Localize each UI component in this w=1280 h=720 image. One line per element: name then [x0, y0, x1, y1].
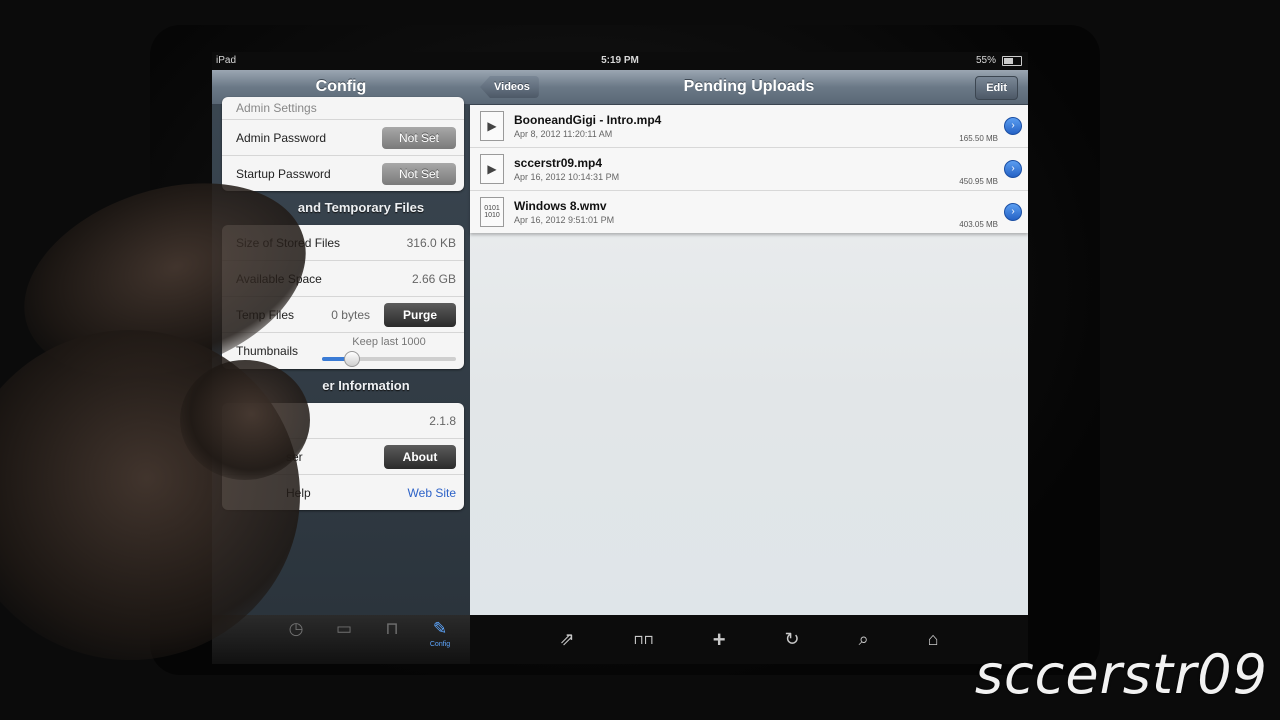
book-open-icon[interactable]: ⊓⊓	[634, 632, 654, 648]
uploads-navbar: Videos Pending Uploads Edit	[470, 70, 1028, 105]
upload-date: Apr 8, 2012 11:20:11 AM	[514, 129, 613, 139]
tab-config[interactable]: ✎ Config	[418, 615, 462, 664]
admin-settings-row[interactable]: Admin Settings	[222, 97, 464, 120]
upload-size: 403.05 MB	[959, 220, 998, 229]
disclosure-icon[interactable]: ›	[1004, 203, 1022, 221]
tab-bar: ◷ ▭ ⊓ ✎ Config	[212, 615, 470, 664]
tab-bookmarks[interactable]: ⊓	[370, 615, 414, 664]
thumb-overlay	[180, 360, 310, 480]
uploads-list: ▶ BooneandGigi - Intro.mp4 Apr 8, 2012 1…	[470, 105, 1028, 233]
version-value: 2.1.8	[429, 413, 456, 428]
thumbnails-slider[interactable]: Keep last 1000	[322, 336, 456, 367]
admin-password-label: Admin Password	[236, 130, 327, 145]
add-icon[interactable]: +	[713, 627, 726, 653]
wrench-icon: ✎	[432, 619, 448, 638]
status-right: 55%	[976, 52, 1022, 70]
battery-percent: 55%	[975, 55, 996, 66]
slider-track	[322, 350, 456, 367]
tab-history[interactable]: ◷	[274, 615, 318, 664]
startup-password-button[interactable]: Not Set	[382, 162, 456, 185]
upload-size: 165.50 MB	[959, 134, 998, 143]
share-icon[interactable]: ⇗	[559, 629, 574, 650]
bottom-toolbar: ⇗ ⊓⊓ + ↻ ⌕ ⌂	[470, 615, 1028, 664]
clock-icon: ◷	[288, 619, 304, 638]
edit-button[interactable]: Edit	[975, 76, 1018, 100]
bookmarks-icon: ⊓	[385, 619, 399, 638]
upload-name: BooneandGigi - Intro.mp4	[514, 113, 662, 127]
tab-library[interactable]: ▭	[322, 615, 366, 664]
thumbnails-caption: Keep last 1000	[352, 335, 426, 348]
upload-size: 450.95 MB	[959, 177, 998, 186]
battery-icon	[1002, 56, 1022, 66]
startup-password-row: Startup Password Not Set	[222, 156, 464, 191]
binary-file-icon: 0101 1010	[480, 197, 504, 227]
pending-uploads-pane: Videos Pending Uploads Edit ▶ BooneandGi…	[470, 70, 1028, 615]
upload-date: Apr 16, 2012 9:51:01 PM	[514, 215, 615, 225]
purge-button[interactable]: Purge	[384, 302, 456, 327]
upload-row[interactable]: ▶ sccerstr09.mp4 Apr 16, 2012 10:14:31 P…	[470, 148, 1028, 191]
upload-row[interactable]: ▶ BooneandGigi - Intro.mp4 Apr 8, 2012 1…	[470, 105, 1028, 148]
book-icon: ▭	[335, 619, 353, 638]
disclosure-icon[interactable]: ›	[1004, 160, 1022, 178]
upload-row[interactable]: 0101 1010 Windows 8.wmv Apr 16, 2012 9:51…	[470, 191, 1028, 233]
config-title: Config	[315, 78, 367, 95]
disclosure-icon[interactable]: ›	[1004, 117, 1022, 135]
search-icon[interactable]: ⌕	[859, 629, 869, 650]
website-link[interactable]: Web Site	[408, 486, 456, 500]
admin-password-row: Admin Password Not Set	[222, 120, 464, 156]
thumbnails-label: Thumbnails	[236, 344, 299, 358]
password-group: Admin Settings Admin Password Not Set St…	[222, 97, 464, 191]
video-file-icon: ▶	[480, 154, 504, 184]
refresh-icon[interactable]: ↻	[785, 629, 800, 650]
admin-password-button[interactable]: Not Set	[382, 126, 456, 149]
upload-name: sccerstr09.mp4	[514, 156, 603, 170]
videos-back-button[interactable]: Videos	[480, 76, 539, 98]
status-time: 5:19 PM	[601, 55, 639, 66]
stored-files-value: 316.0 KB	[406, 235, 456, 250]
watermark-text: sccerstr09	[974, 643, 1268, 706]
temp-files-value: 0 bytes	[331, 307, 370, 322]
slider-thumb[interactable]	[344, 350, 361, 367]
ipad-screen: iPad 5:19 PM 55% Config Admin Settings A…	[212, 52, 1028, 664]
home-icon[interactable]: ⌂	[928, 629, 939, 650]
upload-name: Windows 8.wmv	[514, 199, 607, 213]
available-space-value: 2.66 GB	[411, 271, 456, 286]
video-file-icon: ▶	[480, 111, 504, 141]
tab-config-label: Config	[429, 641, 451, 648]
admin-settings-label: Admin Settings	[236, 101, 317, 115]
startup-password-label: Startup Password	[236, 166, 331, 181]
status-bar: iPad 5:19 PM 55%	[212, 52, 1028, 70]
uploads-title: Pending Uploads	[683, 78, 815, 95]
upload-date: Apr 16, 2012 10:14:31 PM	[514, 172, 620, 182]
about-button[interactable]: About	[384, 444, 456, 469]
